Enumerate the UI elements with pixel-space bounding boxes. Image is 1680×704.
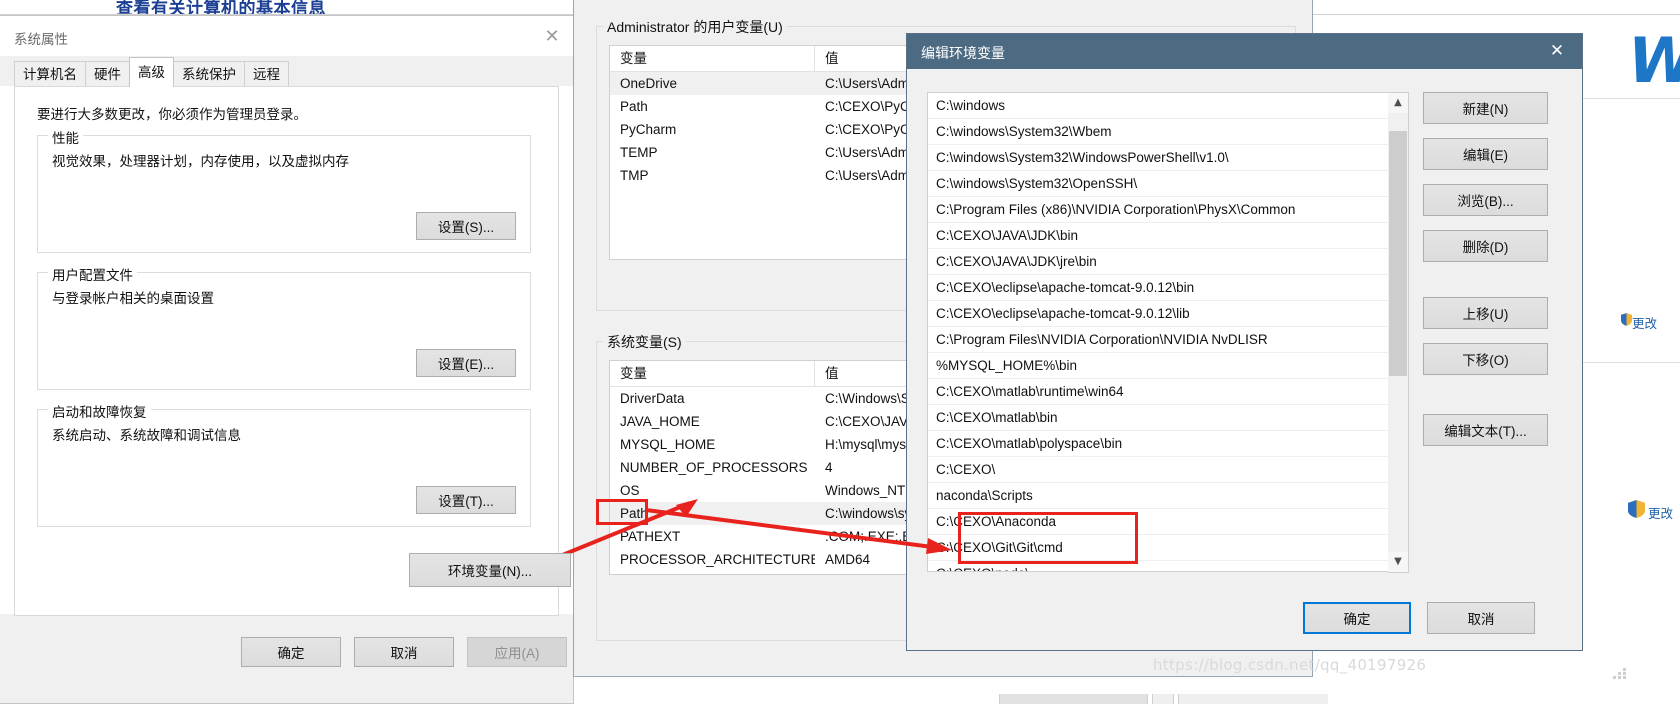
shield-icon — [1628, 500, 1645, 518]
change-settings-link[interactable]: 更改 — [1632, 313, 1657, 332]
list-item[interactable]: C:\CEXO\matlab\bin — [928, 405, 1408, 431]
list-item[interactable]: C:\CEXO\eclipse\apache-tomcat-9.0.12\lib — [928, 301, 1408, 327]
startup-recovery-group-legend: 启动和故障恢复 — [48, 401, 151, 421]
list-item[interactable]: C:\CEXO\JAVA\JDK\bin — [928, 223, 1408, 249]
list-item[interactable]: C:\CEXO\Git\Git\cmd — [928, 535, 1408, 561]
background-divider-1 — [1567, 98, 1680, 99]
list-item[interactable]: %MYSQL_HOME%\bin — [928, 353, 1408, 379]
tab-remote[interactable]: 远程 — [244, 61, 289, 87]
list-item[interactable]: C:\Program Files\NVIDIA Corporation\NVID… — [928, 327, 1408, 353]
list-item[interactable]: C:\CEXO\matlab\polyspace\bin — [928, 431, 1408, 457]
list-item[interactable]: C:\CEXO\node\ — [928, 561, 1408, 571]
close-icon[interactable]: ✕ — [1534, 34, 1580, 69]
user-profiles-group-legend: 用户配置文件 — [48, 264, 137, 284]
list-item[interactable]: C:\CEXO\eclipse\apache-tomcat-9.0.12\bin — [928, 275, 1408, 301]
variable-name: PATHEXT — [620, 529, 681, 544]
windows-brand-mark: W — [1628, 30, 1680, 92]
list-item[interactable]: C:\Program Files (x86)\NVIDIA Corporatio… — [928, 197, 1408, 223]
tab-advanced[interactable]: 高级 — [129, 57, 174, 87]
list-item[interactable]: C:\windows — [928, 93, 1408, 119]
path-entries-list[interactable]: C:\windows C:\windows\System32\Wbem C:\w… — [927, 92, 1409, 572]
startup-recovery-group: 启动和故障恢复 系统启动、系统故障和调试信息 设置(T)... — [37, 401, 531, 527]
edit-env-titlebar: 编辑环境变量 ✕ — [907, 34, 1582, 69]
variable-name: PyCharm — [620, 122, 677, 137]
taskbar-segment-right — [1178, 694, 1328, 704]
system-properties-title: 系统属性 — [14, 32, 68, 47]
performance-settings-button[interactable]: 设置(S)... — [416, 212, 516, 240]
watermark-text: https://blog.csdn.net/qq_40197926 — [1153, 656, 1427, 674]
variable-name: OS — [620, 483, 640, 498]
list-item[interactable]: C:\windows\System32\OpenSSH\ — [928, 171, 1408, 197]
edit-environment-variable-dialog: 编辑环境变量 ✕ C:\windows C:\windows\System32\… — [906, 33, 1583, 651]
startup-recovery-description: 系统启动、系统故障和调试信息 — [52, 428, 241, 443]
tab-hardware[interactable]: 硬件 — [85, 61, 130, 87]
variable-name: Path — [620, 99, 648, 114]
tab-system-protection[interactable]: 系统保护 — [173, 61, 245, 87]
environment-variables-button[interactable]: 环境变量(N)... — [409, 553, 571, 587]
system-properties-titlebar: 系统属性 ✕ — [0, 16, 573, 56]
system-properties-footer: 确定 取消 应用(A) — [0, 614, 573, 703]
performance-group: 性能 视觉效果，处理器计划，内存使用，以及虚拟内存 设置(S)... — [37, 127, 531, 253]
shield-icon — [1621, 313, 1632, 326]
variable-name: TEMP — [620, 145, 658, 160]
user-profiles-settings-button[interactable]: 设置(E)... — [416, 349, 516, 377]
edit-env-title: 编辑环境变量 — [921, 45, 1005, 61]
system-properties-dialog: 系统属性 ✕ 计算机名 硬件 高级 系统保护 远程 要进行大多数更改，你必须作为… — [0, 15, 574, 704]
variable-name: OneDrive — [620, 76, 678, 91]
user-variables-legend: Administrator 的用户变量(U) — [603, 17, 787, 37]
resize-grip-icon — [1613, 668, 1629, 680]
user-profiles-description: 与登录帐户相关的桌面设置 — [52, 291, 214, 306]
close-icon[interactable]: ✕ — [539, 26, 565, 48]
advanced-tab-panel: 要进行大多数更改，你必须作为管理员登录。 性能 视觉效果，处理器计划，内存使用，… — [14, 86, 571, 616]
list-item[interactable]: C:\CEXO\ — [928, 457, 1408, 483]
admin-notice: 要进行大多数更改，你必须作为管理员登录。 — [37, 107, 307, 122]
list-item[interactable]: C:\windows\System32\WindowsPowerShell\v1… — [928, 145, 1408, 171]
edit-text-button[interactable]: 编辑文本(T)... — [1423, 414, 1548, 446]
new-path-button[interactable]: 新建(N) — [1423, 92, 1548, 124]
move-up-button[interactable]: 上移(U) — [1423, 297, 1548, 329]
variable-name: Path — [620, 506, 648, 521]
list-item[interactable]: C:\windows\System32\Wbem — [928, 119, 1408, 145]
edit-path-button[interactable]: 编辑(E) — [1423, 138, 1548, 170]
cancel-button[interactable]: 取消 — [354, 637, 454, 667]
list-item[interactable]: C:\CEXO\Anaconda — [928, 509, 1408, 535]
startup-recovery-settings-button[interactable]: 设置(T)... — [416, 486, 516, 514]
variable-name: MYSQL_HOME — [620, 437, 716, 452]
delete-path-button[interactable]: 删除(D) — [1423, 230, 1548, 262]
chevron-down-icon[interactable]: ▼ — [1388, 552, 1408, 572]
taskbar-segment-left — [999, 694, 1148, 704]
variable-name: DriverData — [620, 391, 685, 406]
path-list-scrollbar[interactable]: ▲ ▼ — [1388, 92, 1409, 573]
ok-button[interactable]: 确定 — [1303, 602, 1411, 634]
system-properties-tabs: 计算机名 硬件 高级 系统保护 远程 — [14, 57, 289, 87]
apply-button[interactable]: 应用(A) — [467, 637, 567, 667]
performance-description: 视觉效果，处理器计划，内存使用，以及虚拟内存 — [52, 154, 349, 169]
background-divider-2 — [1567, 362, 1680, 363]
column-header-variable: 变量 — [610, 361, 815, 387]
cancel-button[interactable]: 取消 — [1427, 602, 1535, 634]
ok-button[interactable]: 确定 — [241, 637, 341, 667]
browse-path-button[interactable]: 浏览(B)... — [1423, 184, 1548, 216]
system-variables-legend: 系统变量(S) — [603, 332, 686, 352]
list-item[interactable]: naconda\Scripts — [928, 483, 1408, 509]
variable-name: NUMBER_OF_PROCESSORS — [620, 460, 808, 475]
move-down-button[interactable]: 下移(O) — [1423, 343, 1548, 375]
variable-name: PROCESSOR_ARCHITECTURE — [620, 552, 815, 567]
user-profiles-group: 用户配置文件 与登录帐户相关的桌面设置 设置(E)... — [37, 264, 531, 390]
list-item[interactable]: C:\CEXO\JAVA\JDK\jre\bin — [928, 249, 1408, 275]
column-header-variable: 变量 — [610, 46, 815, 72]
edit-env-footer: 确定 取消 — [907, 584, 1582, 650]
variable-name: JAVA_HOME — [620, 414, 700, 429]
variable-name: TMP — [620, 168, 649, 183]
list-item[interactable]: C:\CEXO\matlab\runtime\win64 — [928, 379, 1408, 405]
taskbar-segment-mid — [1152, 694, 1174, 704]
performance-group-legend: 性能 — [48, 127, 83, 147]
chevron-up-icon[interactable]: ▲ — [1388, 93, 1408, 113]
change-product-key-link[interactable]: 更改 — [1648, 503, 1673, 522]
background-right-panel — [1567, 15, 1680, 704]
scrollbar-thumb[interactable] — [1389, 131, 1407, 376]
tab-computer-name[interactable]: 计算机名 — [14, 61, 86, 87]
